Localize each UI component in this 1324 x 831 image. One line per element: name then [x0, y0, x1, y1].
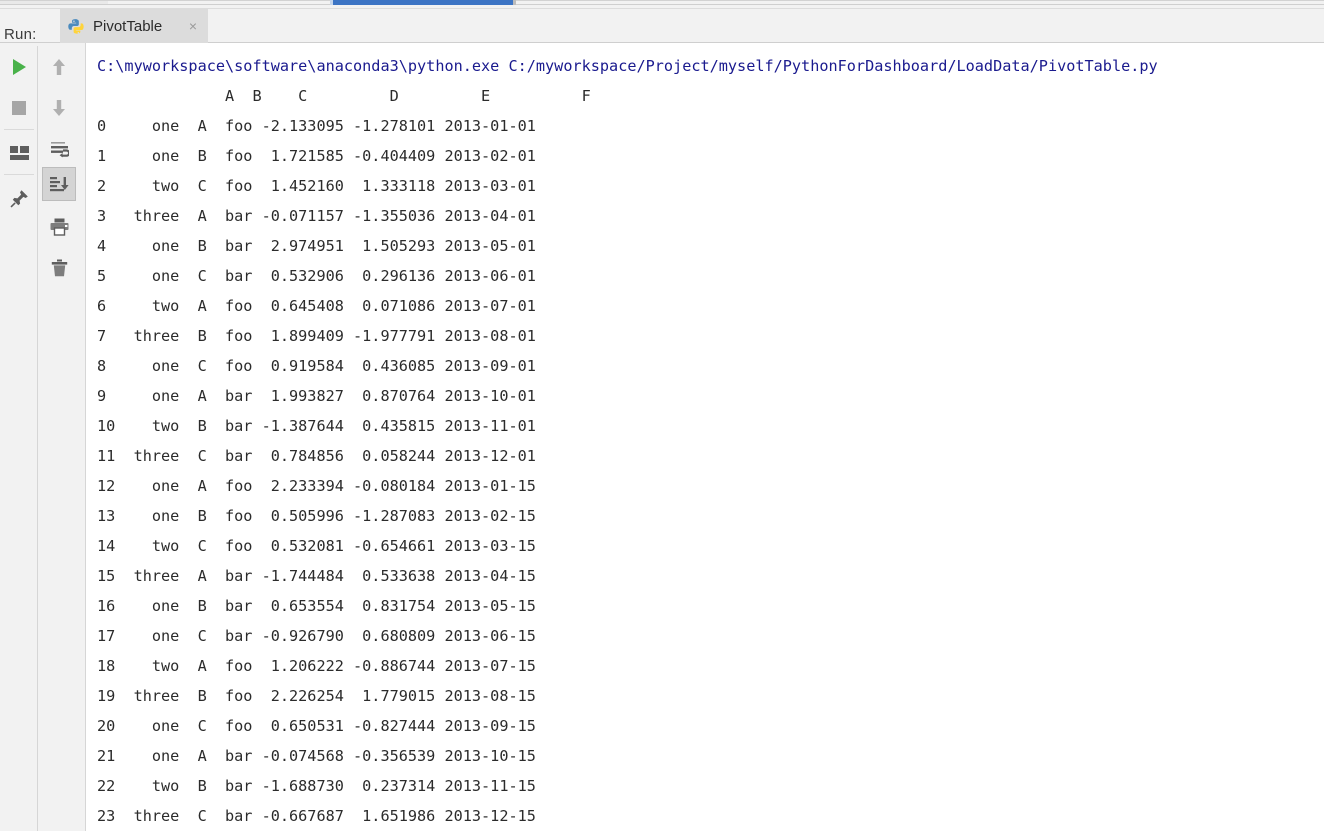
run-tab-title: PivotTable [93, 17, 163, 35]
print-button[interactable] [42, 210, 76, 244]
stop-square-icon [11, 100, 27, 116]
dataframe-output: A B C D E F 0 one A foo -2.133095 -1.278… [97, 87, 591, 825]
soft-wrap-button[interactable] [42, 132, 76, 166]
arrow-down-icon [51, 99, 67, 117]
trash-icon [51, 259, 68, 277]
layout-settings-button[interactable] [2, 136, 36, 170]
arrow-up-icon [51, 58, 67, 76]
chrome-divider-mid [0, 4, 1324, 5]
down-the-stack-trace-button[interactable] [42, 91, 76, 125]
console-output-area[interactable]: C:\myworkspace\software\anaconda3\python… [86, 43, 1324, 831]
close-icon[interactable]: × [187, 19, 199, 33]
scroll-to-end-icon [49, 176, 69, 193]
toolbar-column-divider [37, 46, 38, 831]
stop-button[interactable] [2, 91, 36, 125]
soft-wrap-icon [50, 141, 69, 158]
scroll-to-end-button[interactable] [42, 167, 76, 201]
window-chrome-strip [0, 0, 1324, 9]
editor-tab-accent-cap-right [513, 0, 516, 5]
play-icon [11, 58, 28, 76]
ide-run-tool-window: Run: PivotTable × C:\myworkspace\softwar… [0, 0, 1324, 831]
rerun-button[interactable] [2, 50, 36, 84]
clear-all-button[interactable] [42, 251, 76, 285]
toolbar-separator [4, 129, 34, 130]
chrome-divider-top [0, 0, 1324, 1]
pin-tab-button[interactable] [2, 181, 36, 215]
run-toolwindow-label: Run: [4, 26, 37, 43]
active-editor-tab-accent [333, 0, 513, 5]
console-command-line: C:\myworkspace\software\anaconda3\python… [97, 57, 1158, 75]
toolbar-separator-2 [4, 174, 34, 175]
run-configuration-tab[interactable]: PivotTable × [60, 9, 208, 43]
up-the-stack-trace-button[interactable] [42, 50, 76, 84]
pin-icon [9, 189, 29, 208]
printer-icon [50, 218, 69, 236]
layout-icon [9, 145, 29, 161]
python-file-icon [68, 18, 85, 35]
